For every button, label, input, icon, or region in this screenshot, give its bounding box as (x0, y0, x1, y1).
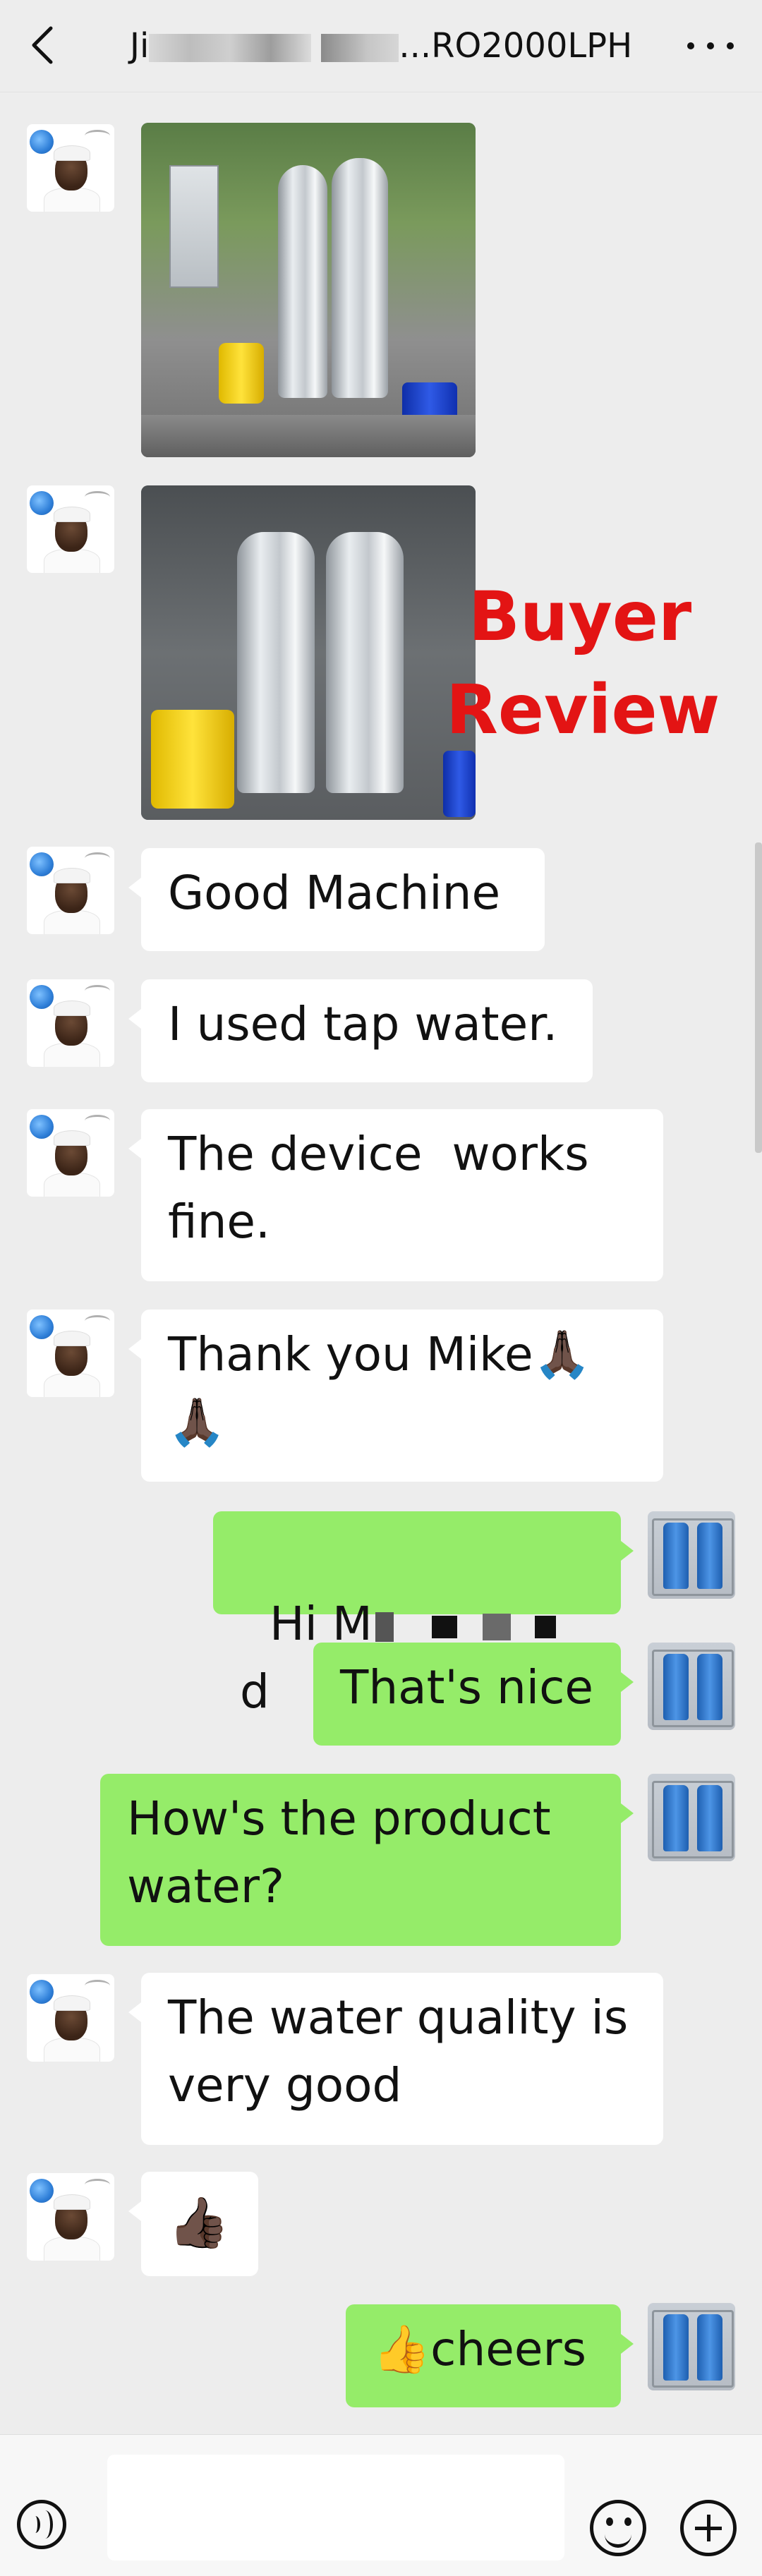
contact-avatar[interactable] (27, 1974, 114, 2062)
redacted-name-block (482, 1613, 511, 1640)
sent-message-bubble[interactable]: Hi Md (213, 1511, 634, 1719)
my-avatar[interactable] (648, 1511, 735, 1599)
sent-message-bubble[interactable]: That's nice (313, 1643, 634, 1746)
sent-message-bubble[interactable]: 👍cheers (346, 2304, 634, 2407)
contact-avatar[interactable] (27, 979, 114, 1067)
contact-avatar[interactable] (27, 847, 114, 934)
message-bubble[interactable]: The device works fine. (128, 1109, 663, 1281)
water-treatment-photo[interactable] (141, 123, 476, 457)
contact-avatar[interactable] (27, 1310, 114, 1397)
message-bubble[interactable]: Good Machine (128, 848, 545, 951)
my-avatar[interactable] (648, 2303, 735, 2390)
scrollbar[interactable] (755, 842, 762, 1153)
redacted-name-block (431, 1615, 457, 1638)
back-icon[interactable] (28, 24, 56, 66)
chat-title-suffix: ...RO2000LPH (399, 26, 633, 66)
redacted-name-block (149, 34, 312, 62)
water-treatment-photo[interactable] (141, 485, 476, 820)
contact-avatar[interactable] (27, 1109, 114, 1197)
my-avatar[interactable] (648, 1774, 735, 1861)
redacted-name-block (321, 34, 399, 62)
redacted-name-block (534, 1615, 556, 1638)
emoji-message-bubble[interactable]: 👍🏿 (128, 2172, 258, 2276)
contact-avatar[interactable] (27, 124, 114, 212)
my-avatar[interactable] (648, 1643, 735, 1730)
message-bubble[interactable]: Thank you Mike🙏🏿 🙏🏿 (128, 1310, 663, 1482)
message-text-end: d (240, 1664, 270, 1719)
sent-message-bubble[interactable]: How's the product water? (100, 1774, 634, 1946)
plus-icon[interactable] (680, 2500, 737, 2556)
contact-avatar[interactable] (27, 485, 114, 573)
chat-header: Ji ...RO2000LPH (0, 0, 762, 92)
emoji-icon[interactable] (590, 2500, 646, 2556)
chat-title: Ji ...RO2000LPH (106, 21, 656, 71)
message-bubble[interactable]: The water quality is very good (128, 1973, 663, 2145)
voice-icon[interactable] (17, 2500, 66, 2549)
redacted-name-block (375, 1611, 394, 1642)
contact-avatar[interactable] (27, 2173, 114, 2261)
message-input[interactable] (107, 2455, 564, 2560)
chat-title-prefix: Ji (129, 26, 150, 66)
buyer-review-overlay: Buyer Review (446, 577, 720, 749)
message-bubble[interactable]: I used tap water. (128, 979, 593, 1082)
more-options-icon[interactable] (686, 35, 735, 56)
chat-input-bar (0, 2434, 762, 2576)
